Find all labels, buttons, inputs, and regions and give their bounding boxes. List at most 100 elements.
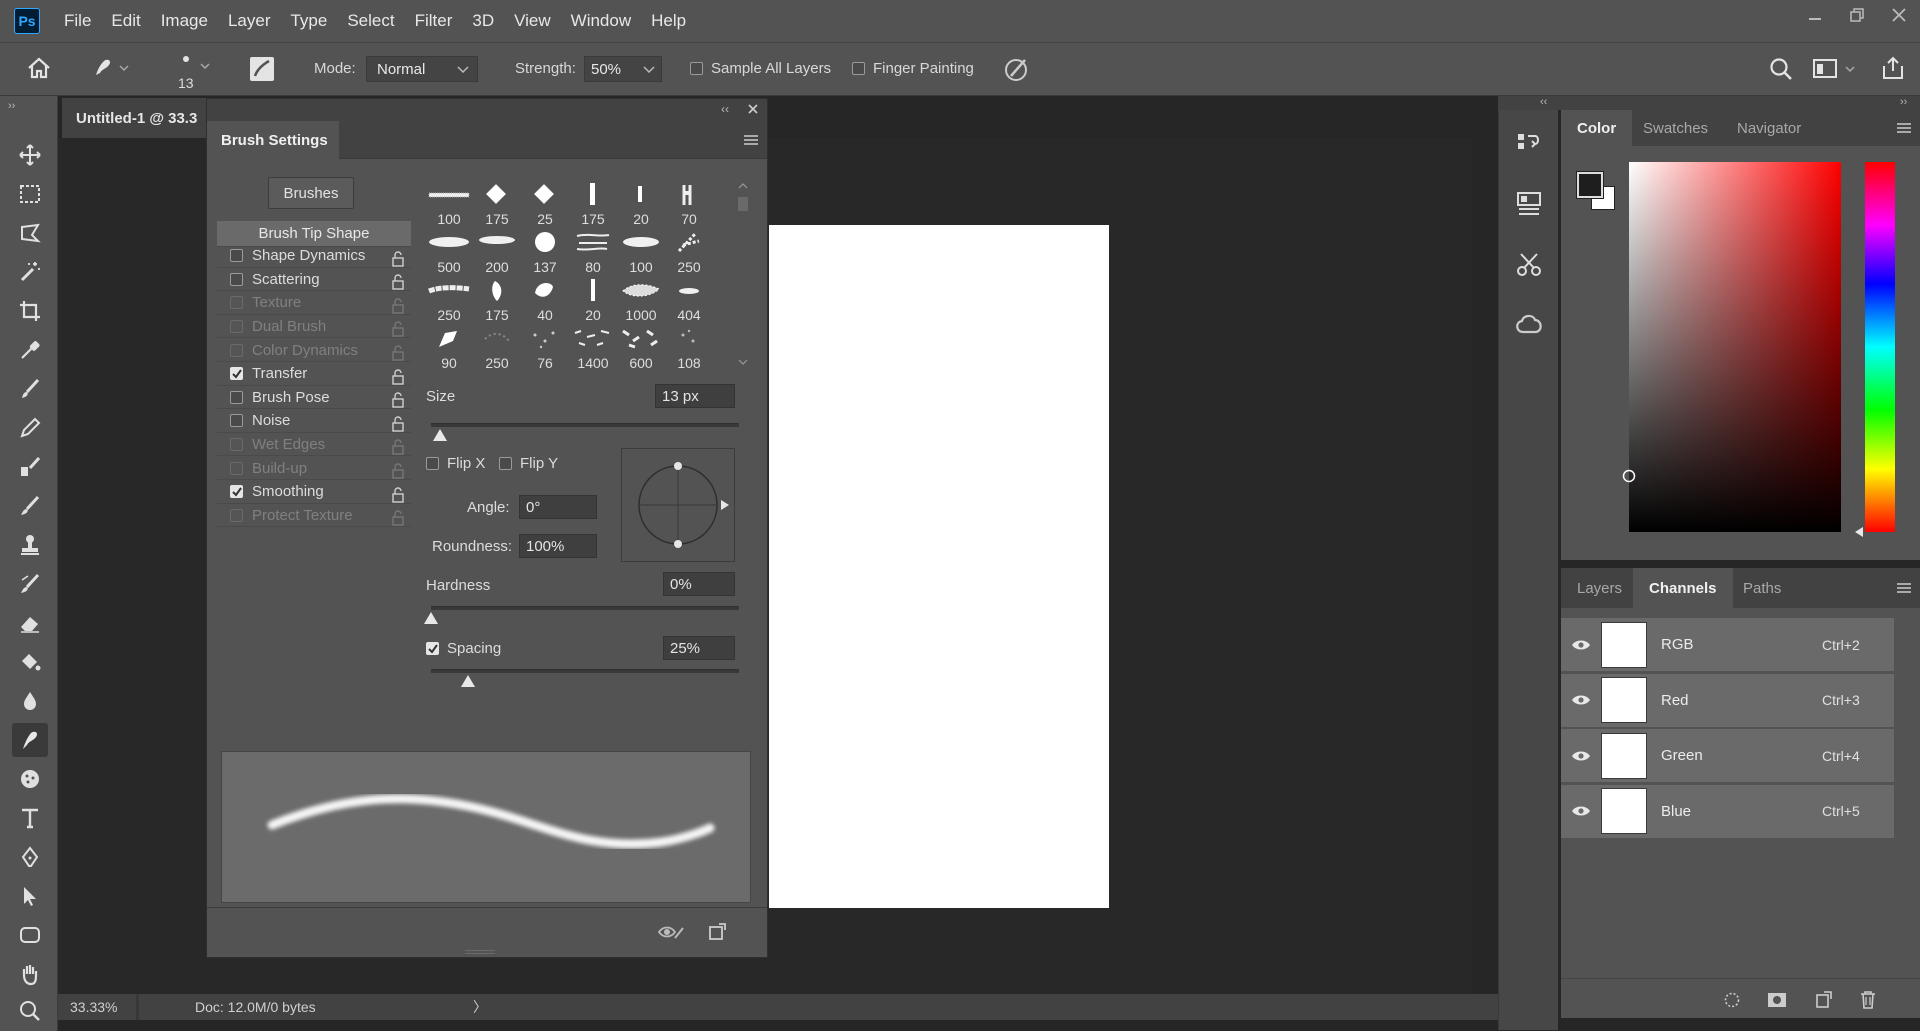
home-button[interactable]	[26, 55, 52, 81]
collapse-icon[interactable]: ‹‹	[1540, 96, 1547, 108]
zoom-level[interactable]: 33.33%	[58, 999, 136, 1015]
move-tool[interactable]	[12, 138, 48, 172]
visibility-toggle[interactable]	[1561, 804, 1601, 818]
tab-paths[interactable]: Paths	[1727, 568, 1797, 608]
roundness-field[interactable]: 100%	[519, 534, 597, 558]
checkbox[interactable]	[230, 485, 243, 499]
marquee-tool[interactable]	[12, 177, 48, 211]
crop-tool[interactable]	[12, 294, 48, 328]
brush-section-noise[interactable]: Noise	[217, 410, 411, 433]
history-brush-tool[interactable]	[12, 489, 48, 523]
hardness-slider-track[interactable]	[431, 606, 739, 610]
spacing-field[interactable]: 25%	[663, 636, 735, 660]
blur-tool[interactable]	[12, 684, 48, 718]
eraser-tool[interactable]	[12, 606, 48, 640]
checkbox[interactable]	[230, 296, 243, 310]
lasso-tool[interactable]	[12, 216, 48, 250]
brush-tip-preset[interactable]: 1400	[569, 323, 617, 371]
smudge-tool[interactable]	[12, 723, 48, 757]
hand-tool[interactable]	[12, 957, 48, 991]
menu-view[interactable]: View	[504, 0, 561, 42]
search-button[interactable]	[1768, 56, 1794, 82]
brush-tip-preset[interactable]: 20	[617, 179, 665, 227]
size-field[interactable]: 13 px	[655, 384, 735, 408]
adjustment-presets-button[interactable]	[1509, 184, 1549, 224]
brush-tip-preset[interactable]: 76	[521, 323, 569, 371]
checkbox[interactable]	[230, 461, 243, 475]
path-selection-tool[interactable]	[12, 879, 48, 913]
menu-3d[interactable]: 3D	[462, 0, 504, 42]
load-channel-selection-button[interactable]	[1723, 991, 1741, 1009]
hardness-slider-thumb[interactable]	[424, 612, 438, 624]
spacing-slider-track[interactable]	[431, 669, 739, 673]
checkbox[interactable]	[230, 390, 243, 404]
brush-tip-preset[interactable]: 600	[617, 323, 665, 371]
channel-row-rgb[interactable]: RGB Ctrl+2	[1561, 618, 1894, 672]
brush-section-color-dynamics[interactable]: Color Dynamics	[217, 339, 411, 362]
close-window-button[interactable]	[1878, 0, 1920, 30]
menu-help[interactable]: Help	[641, 0, 696, 42]
brush-tip-preset[interactable]: 100	[617, 227, 665, 275]
brush-tip-preset[interactable]: 250	[425, 275, 473, 323]
brush-tip-preset[interactable]: 500	[425, 227, 473, 275]
checkbox[interactable]	[690, 62, 703, 75]
restore-button[interactable]	[1836, 0, 1878, 30]
brush-tip-preset[interactable]: 40	[521, 275, 569, 323]
brush-section-protect-texture[interactable]: Protect Texture	[217, 504, 411, 528]
libraries-button[interactable]	[1509, 304, 1549, 344]
expand-icon[interactable]: ››	[1900, 96, 1907, 108]
brush-section-build-up[interactable]: Build-up	[217, 457, 411, 480]
checkbox[interactable]	[426, 642, 439, 655]
tab-layers[interactable]: Layers	[1561, 568, 1638, 608]
brush-tip-preset[interactable]: 200	[473, 227, 521, 275]
pressure-button[interactable]	[1003, 55, 1031, 83]
save-selection-channel-button[interactable]	[1767, 991, 1787, 1009]
toggle-live-tip-button[interactable]	[657, 922, 685, 942]
brush-section-smoothing[interactable]: Smoothing	[217, 481, 411, 504]
checkbox[interactable]	[230, 508, 243, 522]
checkbox[interactable]	[852, 62, 865, 75]
delete-channel-button[interactable]	[1859, 990, 1877, 1010]
spacing-checkbox[interactable]: Spacing	[426, 640, 501, 657]
brush-tip-preset[interactable]: 20	[569, 275, 617, 323]
brush-tip-preset[interactable]: 175	[473, 179, 521, 227]
tab-channels[interactable]: Channels	[1633, 568, 1733, 608]
type-tool[interactable]	[12, 801, 48, 835]
resize-grip[interactable]	[465, 950, 495, 954]
document-tab[interactable]: Untitled-1 @ 33.3	[62, 98, 212, 138]
brush-tip-preset[interactable]: 175	[569, 179, 617, 227]
strength-select[interactable]: 50%	[584, 56, 662, 82]
clone-source-tool[interactable]	[12, 450, 48, 484]
size-slider-thumb[interactable]	[433, 429, 448, 441]
tool-preset-picker[interactable]	[90, 55, 130, 81]
minimize-button[interactable]	[1794, 0, 1836, 30]
brush-section-transfer[interactable]: Transfer	[217, 363, 411, 386]
channel-row-green[interactable]: Green Ctrl+4	[1561, 729, 1894, 783]
visibility-toggle[interactable]	[1561, 749, 1601, 763]
expand-panel-icon[interactable]: ››	[8, 100, 15, 112]
saturation-value-field[interactable]	[1622, 162, 1841, 532]
brush-section-brush-tip-shape[interactable]: Brush Tip Shape	[217, 221, 411, 247]
brush-tip-preset[interactable]: 404	[665, 275, 713, 323]
collapse-icon[interactable]: ‹‹	[721, 102, 729, 116]
paint-bucket-tool[interactable]	[12, 645, 48, 679]
spacing-slider-thumb[interactable]	[460, 675, 475, 687]
tab-swatches[interactable]: Swatches	[1627, 110, 1724, 146]
finger-painting-checkbox[interactable]: Finger Painting	[852, 60, 974, 77]
pencil-tool[interactable]	[12, 411, 48, 445]
channel-row-red[interactable]: Red Ctrl+3	[1561, 673, 1894, 728]
eyedropper-tool[interactable]	[12, 333, 48, 367]
checkbox[interactable]	[499, 457, 512, 470]
menu-layer[interactable]: Layer	[218, 0, 281, 42]
zoom-tool[interactable]	[12, 994, 48, 1028]
brush-tools-button[interactable]	[1509, 244, 1549, 284]
checkbox[interactable]	[230, 319, 243, 333]
brush-tip-preset[interactable]: 1000	[617, 275, 665, 323]
workspace-switcher[interactable]	[1812, 57, 1858, 81]
doc-size-info[interactable]: Doc: 12.0M/0 bytes	[139, 999, 473, 1015]
panel-menu-button[interactable]	[743, 133, 759, 147]
menu-select[interactable]: Select	[337, 0, 404, 42]
stamp-tool[interactable]	[12, 528, 48, 562]
brush-tip-preset[interactable]: 250	[665, 227, 713, 275]
brushes-button[interactable]: Brushes	[268, 177, 354, 209]
